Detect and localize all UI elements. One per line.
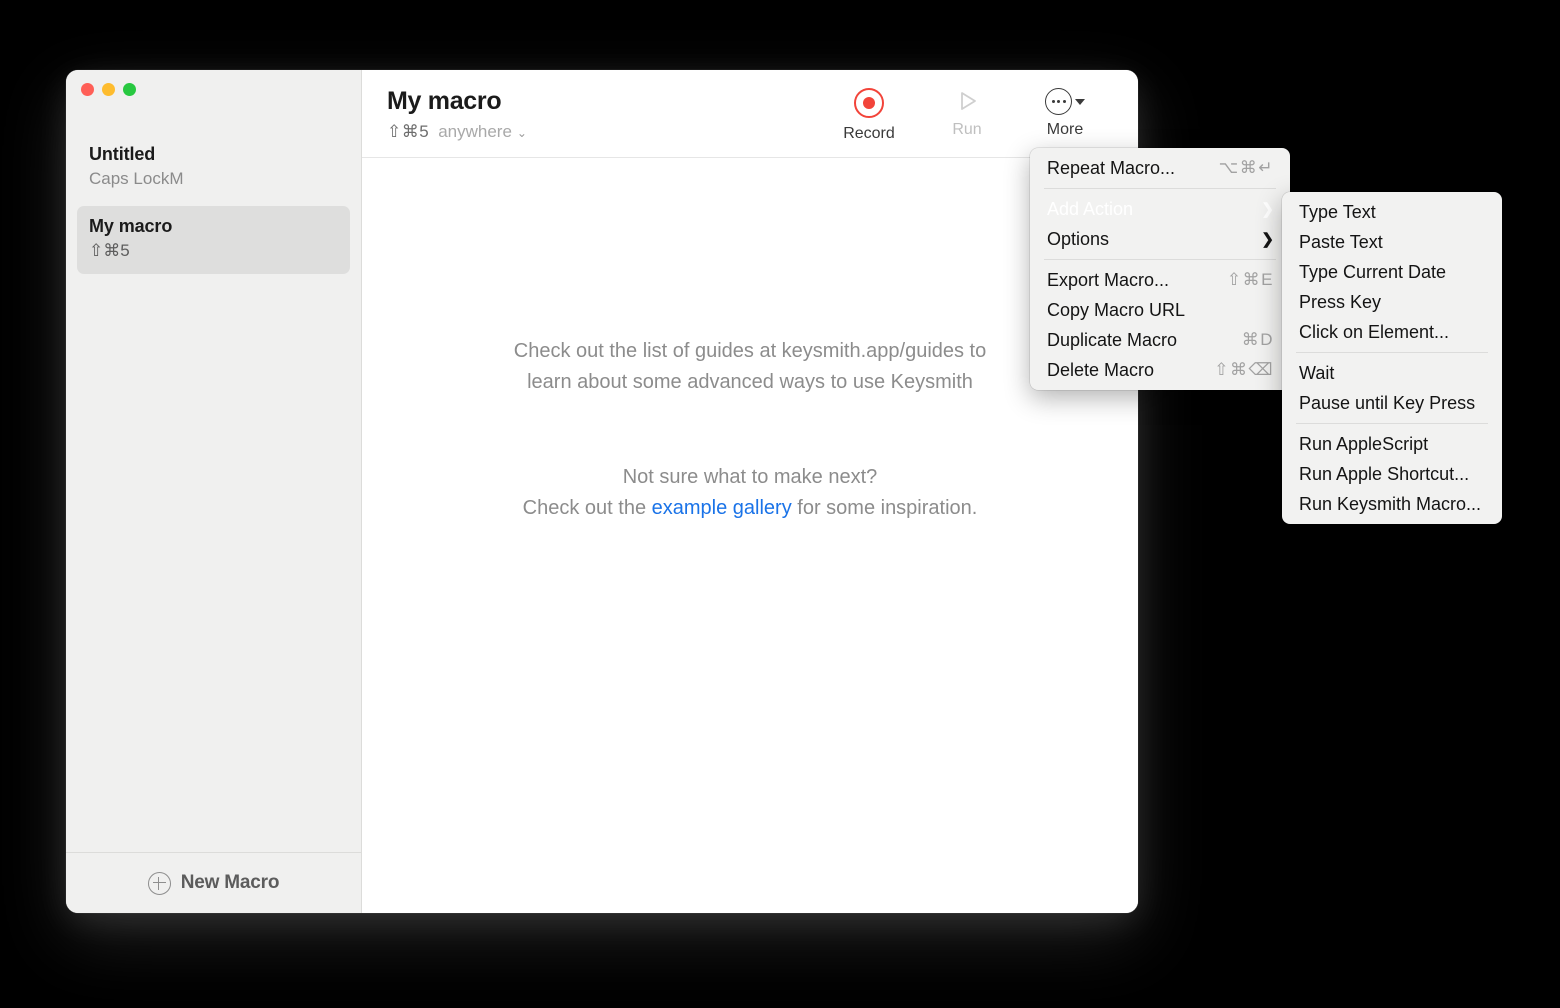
menu-item-label: Duplicate Macro — [1047, 329, 1178, 350]
gallery-hint-prefix: Check out the — [522, 497, 652, 519]
menu-item-label: Type Text — [1299, 201, 1376, 222]
submenu-item-pause-until-key-press[interactable]: Pause until Key Press — [1282, 388, 1502, 418]
desktop-backdrop: Untitled Caps LockM My macro ⇧⌘5 New Mac… — [0, 0, 1560, 1008]
toolbar: Record Run More — [838, 86, 1116, 143]
menu-item-label: Run Keysmith Macro... — [1299, 493, 1482, 514]
example-gallery-link[interactable]: example gallery — [652, 497, 792, 519]
menu-separator — [1044, 188, 1276, 189]
menu-separator — [1044, 259, 1276, 260]
run-label: Run — [952, 121, 982, 138]
menu-item-add-action[interactable]: Add Action ❯ — [1030, 194, 1290, 224]
run-button[interactable]: Run — [936, 88, 998, 143]
more-icon — [1045, 87, 1085, 115]
submenu-item-type-current-date[interactable]: Type Current Date — [1282, 257, 1502, 287]
submenu-item-type-text[interactable]: Type Text — [1282, 197, 1502, 227]
page-title: My macro — [387, 87, 502, 115]
sidebar: Untitled Caps LockM My macro ⇧⌘5 New Mac… — [66, 70, 362, 913]
chevron-down-icon — [1075, 99, 1085, 105]
menu-item-label: Export Macro... — [1047, 269, 1170, 290]
chevron-right-icon: ❯ — [1261, 231, 1274, 248]
macro-header: My macro ⇧⌘5 anywhere ⌄ Record Run More — [362, 70, 1138, 158]
macro-shortcut: ⇧⌘5 — [89, 241, 130, 261]
close-button-icon[interactable] — [81, 83, 94, 96]
menu-item-shortcut: ⌥⌘↵ — [1218, 158, 1274, 177]
menu-item-export-macro[interactable]: Export Macro... ⇧⌘E — [1030, 265, 1290, 295]
scope-selector-label[interactable]: anywhere — [438, 122, 512, 142]
list-item-untitled[interactable]: Untitled Caps LockM — [77, 134, 350, 202]
more-dropdown-menu: Repeat Macro... ⌥⌘↵ Add Action ❯ Options ❯ Exp… — [1030, 148, 1290, 390]
minimize-button-icon[interactable] — [102, 83, 115, 96]
menu-item-label: Copy Macro URL — [1047, 299, 1186, 320]
menu-item-label: Repeat Macro... — [1047, 157, 1176, 178]
macro-header-info: My macro ⇧⌘5 anywhere ⌄ — [387, 86, 838, 142]
gallery-hint-line2: Check out the example gallery for some i… — [523, 493, 978, 524]
record-icon — [854, 88, 884, 118]
chevron-right-icon: ❯ — [1261, 201, 1274, 218]
main-panel: My macro ⇧⌘5 anywhere ⌄ Record Run More … — [362, 70, 1138, 913]
menu-item-shortcut: ⇧⌘⌫ — [1214, 360, 1274, 379]
window-controls — [66, 70, 361, 96]
new-macro-button[interactable]: New Macro — [142, 871, 286, 896]
empty-state: Check out the list of guides at keysmith… — [362, 158, 1138, 913]
macro-list: Untitled Caps LockM My macro ⇧⌘5 — [66, 96, 361, 852]
menu-item-copy-macro-url[interactable]: Copy Macro URL — [1030, 295, 1290, 325]
menu-separator — [1296, 352, 1488, 353]
menu-item-delete-macro[interactable]: Delete Macro ⇧⌘⌫ — [1030, 355, 1290, 385]
zoom-button-icon[interactable] — [123, 83, 136, 96]
macro-shortcut: Caps LockM — [89, 169, 184, 189]
macro-shortcut-display[interactable]: ⇧⌘5 — [387, 122, 429, 142]
menu-item-repeat-macro[interactable]: Repeat Macro... ⌥⌘↵ — [1030, 153, 1290, 183]
add-action-submenu: Type Text Paste Text Type Current Date Pres… — [1282, 192, 1502, 524]
menu-item-label: Add Action — [1047, 198, 1134, 219]
menu-item-label: Run AppleScript — [1299, 433, 1429, 454]
more-button[interactable]: More — [1034, 87, 1096, 143]
menu-separator — [1296, 423, 1488, 424]
menu-item-label: Click on Element... — [1299, 321, 1450, 342]
submenu-item-paste-text[interactable]: Paste Text — [1282, 227, 1502, 257]
menu-item-label: Press Key — [1299, 291, 1382, 312]
submenu-item-wait[interactable]: Wait — [1282, 358, 1502, 388]
menu-item-label: Pause until Key Press — [1299, 392, 1476, 413]
sidebar-footer: New Macro — [66, 852, 361, 913]
guides-hint: Check out the list of guides at keysmith… — [514, 336, 987, 398]
more-label: More — [1046, 121, 1084, 138]
plus-circle-icon — [147, 871, 171, 895]
keysmith-window: Untitled Caps LockM My macro ⇧⌘5 New Mac… — [66, 70, 1138, 913]
gallery-hint-suffix: for some inspiration. — [791, 497, 978, 519]
guides-hint-line2: learn about some advanced ways to use Ke… — [527, 371, 973, 393]
macro-name: My macro — [89, 215, 173, 236]
menu-item-label: Paste Text — [1299, 231, 1383, 252]
menu-item-label: Wait — [1299, 362, 1335, 383]
macro-name: Untitled — [89, 144, 156, 164]
menu-item-shortcut: ⌘D — [1241, 330, 1274, 349]
chevron-down-icon[interactable]: ⌄ — [517, 126, 527, 140]
menu-item-label: Delete Macro — [1047, 359, 1155, 380]
menu-item-duplicate-macro[interactable]: Duplicate Macro ⌘D — [1030, 325, 1290, 355]
submenu-item-click-on-element[interactable]: Click on Element... — [1282, 317, 1502, 347]
menu-item-label: Options — [1047, 228, 1110, 249]
menu-item-label: Type Current Date — [1299, 261, 1447, 282]
macro-subtitle: ⇧⌘5 anywhere ⌄ — [387, 122, 838, 142]
submenu-item-press-key[interactable]: Press Key — [1282, 287, 1502, 317]
new-macro-label: New Macro — [180, 872, 280, 893]
play-icon — [954, 88, 980, 114]
record-button[interactable]: Record — [838, 88, 900, 143]
gallery-hint-line1: Not sure what to make next? — [622, 466, 878, 488]
menu-item-options[interactable]: Options ❯ — [1030, 224, 1290, 254]
submenu-item-run-keysmith-macro[interactable]: Run Keysmith Macro... — [1282, 489, 1502, 519]
record-label: Record — [843, 125, 895, 142]
submenu-item-run-apple-shortcut[interactable]: Run Apple Shortcut... — [1282, 459, 1502, 489]
ellipsis-circle-icon — [1045, 87, 1072, 115]
menu-item-label: Run Apple Shortcut... — [1299, 463, 1470, 484]
guides-hint-line1: Check out the list of guides at keysmith… — [513, 340, 987, 362]
gallery-hint: Not sure what to make next? Check out th… — [523, 462, 978, 524]
list-item-my-macro[interactable]: My macro ⇧⌘5 — [77, 205, 350, 274]
submenu-item-run-applescript[interactable]: Run AppleScript — [1282, 429, 1502, 459]
menu-item-shortcut: ⇧⌘E — [1226, 270, 1274, 289]
